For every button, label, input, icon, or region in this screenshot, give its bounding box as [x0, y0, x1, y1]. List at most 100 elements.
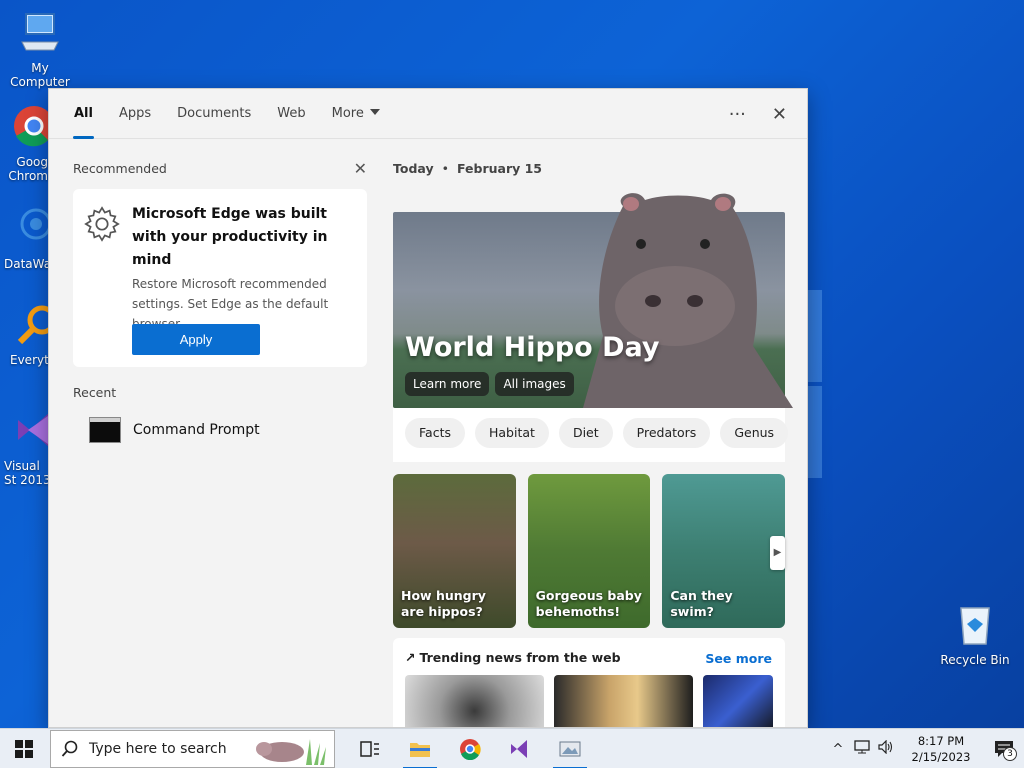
visual-studio-icon — [511, 739, 527, 758]
chip-predators[interactable]: Predators — [622, 418, 711, 448]
topic-chips: Facts Habitat Diet Predators Genus — [393, 408, 789, 462]
volume-icon[interactable] — [874, 739, 898, 758]
action-center-button[interactable]: 3 — [984, 729, 1024, 768]
search-panel: All Apps Documents Web More ··· ✕ Recomm… — [48, 88, 808, 728]
tab-apps[interactable]: Apps — [106, 89, 164, 139]
folder-icon — [410, 742, 430, 757]
trending-thumbnails — [405, 675, 773, 727]
story-card-caption: How hungry are hippos? — [401, 588, 486, 619]
learn-more-button[interactable]: Learn more — [405, 372, 490, 396]
taskbar-file-explorer[interactable] — [395, 729, 445, 768]
trending-title: Trending news from the web — [419, 650, 621, 665]
chip-habitat[interactable]: Habitat — [475, 418, 549, 448]
tab-web[interactable]: Web — [264, 89, 318, 139]
wallpaper-beam — [808, 386, 822, 478]
clock[interactable]: 8:17 PM 2/15/2023 — [904, 733, 978, 765]
speaker-glyph — [878, 739, 893, 755]
tab-label: More — [331, 105, 364, 121]
windows-logo-icon — [15, 739, 33, 758]
right-column: Today • February 15 World Hippo Day Learn … — [393, 161, 793, 727]
tab-all[interactable]: All — [61, 89, 106, 139]
system-tray: ^ 8:17 PM 2/15/2023 3 — [826, 729, 1024, 768]
chevron-right-icon[interactable]: ▶ — [770, 536, 785, 570]
recent-item-label: Command Prompt — [133, 422, 260, 438]
hero-banner[interactable]: World Hippo Day Learn more All images — [393, 193, 793, 408]
tab-label: Web — [277, 105, 306, 121]
today-label: Today — [393, 161, 434, 176]
chip-facts[interactable]: Facts — [405, 418, 465, 448]
tab-label: All — [74, 105, 93, 121]
desktop-icon-label: Visual St 2013 — [4, 459, 51, 487]
chevron-up-icon[interactable]: ^ — [826, 742, 850, 757]
all-images-button[interactable]: All images — [495, 372, 574, 396]
today-date: February 15 — [456, 161, 543, 176]
chrome-icon — [14, 106, 54, 147]
trending-icon: ↗ — [405, 650, 416, 665]
tab-more[interactable]: More — [319, 89, 393, 139]
desktop-icon-everything[interactable]: Everyth — [0, 302, 57, 367]
section-title: Recommended — [73, 161, 167, 176]
chrome-icon — [460, 738, 481, 760]
today-date-line: Today • February 15 — [393, 161, 785, 176]
see-more-link[interactable]: See more — [705, 651, 772, 666]
recommended-card: Microsoft Edge was built with your produ… — [73, 189, 367, 367]
recent-item-command-prompt[interactable]: Command Prompt — [73, 414, 367, 446]
story-card[interactable]: How hungry are hippos? — [393, 474, 516, 628]
panel-tools: ··· ✕ — [729, 89, 787, 139]
search-tabs: All Apps Documents Web More ··· ✕ — [49, 89, 807, 139]
hippo-search-highlight-icon — [256, 738, 326, 765]
recommended-title: Microsoft Edge was built with your produ… — [132, 206, 328, 268]
news-thumbnail[interactable] — [703, 675, 773, 727]
recycle-bin-icon — [960, 607, 990, 645]
tab-label: Apps — [118, 105, 152, 121]
network-icon[interactable] — [850, 740, 874, 758]
story-cards: How hungry are hippos? Gorgeous baby beh… — [393, 474, 786, 628]
hippo-illustration — [583, 193, 793, 408]
desktop-icon-visual-studio[interactable]: Visual St 2013 — [0, 408, 51, 487]
desktop-icon-datawag[interactable]: DataWag — [0, 206, 59, 271]
story-card-caption: Can they swim? — [670, 588, 733, 619]
ellipsis-icon[interactable]: ··· — [729, 104, 746, 125]
close-icon[interactable]: ✕ — [772, 104, 787, 125]
taskbar-image-viewer[interactable] — [545, 729, 595, 768]
date-separator: • — [441, 161, 449, 176]
start-button[interactable] — [0, 729, 48, 768]
taskbar-search-box[interactable]: Type here to search — [50, 729, 335, 768]
desktop-icon-label: Goog Chrom — [8, 155, 48, 183]
recent-header: Recent — [73, 385, 117, 400]
apply-button[interactable]: Apply — [132, 324, 260, 355]
taskbar-chrome[interactable] — [445, 729, 495, 768]
news-thumbnail[interactable] — [405, 675, 545, 727]
network-glyph — [854, 740, 870, 754]
chip-genus[interactable]: Genus — [720, 418, 789, 448]
notification-count-badge: 3 — [1003, 747, 1017, 761]
desktop-icon-my-computer[interactable]: My Computer — [0, 10, 80, 89]
gear-icon — [84, 206, 120, 242]
wallpaper-beam — [808, 290, 822, 382]
hero-buttons: Learn more All images — [405, 372, 574, 396]
taskbar-visual-studio[interactable] — [495, 729, 545, 768]
desktop-icon-chrome[interactable]: Goog Chrom — [0, 104, 54, 183]
task-view-button[interactable] — [345, 729, 395, 768]
story-card[interactable]: Gorgeous baby behemoths! — [527, 474, 651, 628]
clock-time: 8:17 PM — [917, 734, 965, 748]
left-column: Recommended ✕ Microsoft Edge was built w… — [73, 159, 367, 446]
desktop-icon-label: Everyth — [10, 353, 57, 367]
trending-news: ↗ Trending news from the web See more — [393, 638, 785, 727]
hero-title: World Hippo Day — [405, 332, 660, 363]
desktop-icon-label: DataWag — [4, 257, 59, 271]
computer-icon — [21, 13, 59, 51]
command-prompt-icon — [89, 417, 121, 443]
desktop-icon-label: My Computer — [10, 61, 70, 89]
tab-label: Documents — [177, 105, 252, 121]
story-card[interactable]: Can they swim? — [662, 474, 786, 628]
chevron-down-icon — [369, 108, 380, 115]
news-thumbnail[interactable] — [554, 675, 694, 727]
recommended-header: Recommended ✕ — [73, 159, 367, 181]
chip-diet[interactable]: Diet — [558, 418, 613, 448]
desktop-icon-recycle-bin[interactable]: Recycle Bin — [935, 602, 1015, 667]
tab-documents[interactable]: Documents — [164, 89, 264, 139]
clock-date: 2/15/2023 — [911, 750, 971, 764]
search-placeholder: Type here to search — [89, 740, 227, 757]
dismiss-recommended-icon[interactable]: ✕ — [354, 159, 367, 178]
